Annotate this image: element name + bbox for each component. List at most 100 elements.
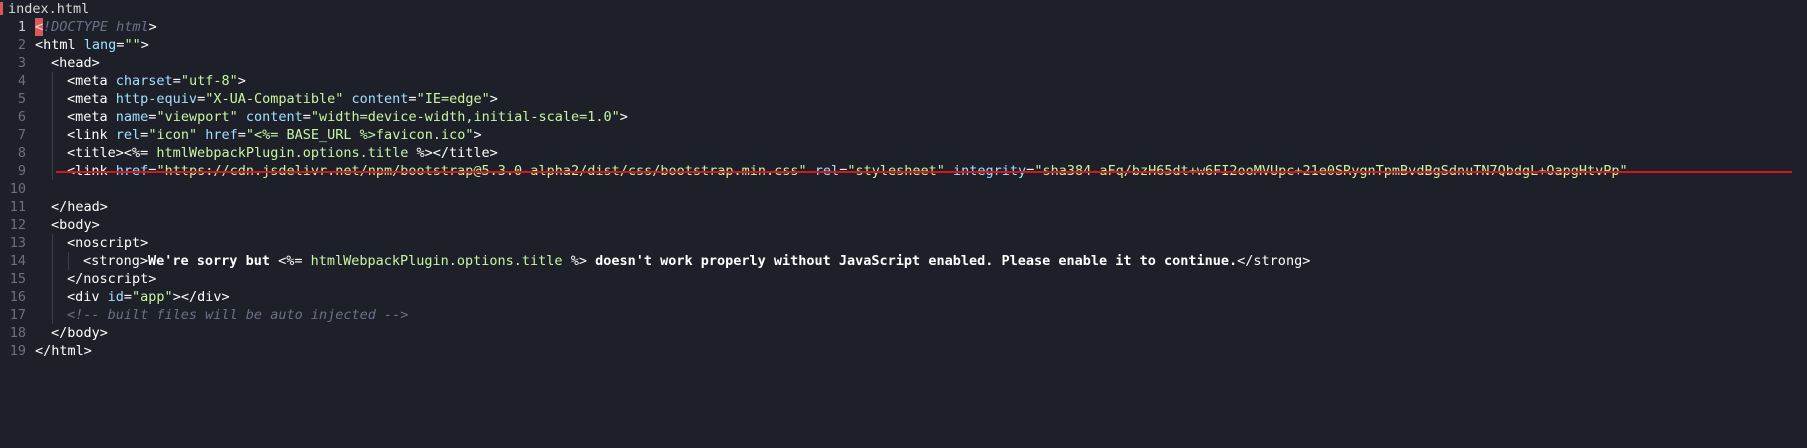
line-number: 2 (17, 37, 26, 53)
indent-guide (35, 72, 51, 90)
line-content: <strong>We're sorry but <%= htmlWebpackP… (35, 252, 1310, 270)
indent-guide (51, 270, 67, 288)
indent-guide (51, 306, 67, 324)
code-line[interactable]: 13 <noscript> (0, 234, 1807, 252)
code-token: <title> (67, 145, 124, 161)
code-editor[interactable]: 1 <!DOCTYPE html> 2 <html lang=""> 3 <head> 4 <… (0, 18, 1807, 448)
annotation-underline (56, 171, 1792, 173)
line-number: 15 (9, 271, 26, 287)
indent-guide (51, 72, 67, 90)
code-token: = (123, 289, 133, 305)
code-line[interactable]: 17 <!-- built files will be auto injected… (0, 306, 1807, 324)
code-line[interactable]: 4 <meta charset="utf-8"> (0, 72, 1807, 90)
code-token: "<%= BASE_URL %>favicon.ico" (245, 127, 474, 143)
code-token: <%= (278, 253, 311, 269)
code-line[interactable]: 5 <meta http-equiv="X-UA-Compatible" cont… (0, 90, 1807, 108)
active-tab-marker (0, 2, 3, 15)
code-token: %> (562, 253, 587, 269)
line-number: 9 (17, 163, 26, 179)
line-number: 7 (17, 127, 26, 143)
code-token: <meta (67, 73, 116, 89)
line-number: 19 (9, 343, 26, 359)
line-number: 11 (9, 199, 26, 215)
code-token: href (205, 127, 238, 143)
code-token: "IE=edge" (416, 91, 490, 107)
code-token: <%= (123, 145, 157, 161)
code-token: We're sorry but (148, 253, 279, 269)
code-token: content (351, 91, 409, 107)
code-line[interactable]: 18 </body> (0, 324, 1807, 342)
code-token: </head> (51, 199, 108, 215)
line-content: <body> (35, 216, 100, 234)
code-line[interactable]: 10 (0, 180, 1807, 198)
line-number: 6 (17, 109, 26, 125)
code-token: ></div> (172, 289, 230, 305)
code-token: </strong> (1237, 253, 1311, 269)
code-token: </body> (51, 325, 108, 341)
line-number: 4 (17, 73, 26, 89)
code-token: = (197, 91, 206, 107)
code-line[interactable]: 12 <body> (0, 216, 1807, 234)
code-token: <body> (51, 217, 100, 233)
indent-guide (51, 144, 67, 162)
code-line[interactable]: 3 <head> (0, 54, 1807, 72)
indent-guide (35, 126, 51, 144)
code-token: <head> (51, 55, 100, 71)
code-token: <noscript> (67, 235, 149, 251)
code-line[interactable]: 7 <link rel="icon" href="<%= BASE_URL %>f… (0, 126, 1807, 144)
code-token: "utf-8" (180, 73, 238, 89)
code-token: > (489, 91, 498, 107)
code-token: htmlWebpackPlugin.options.title (310, 253, 563, 269)
code-token: <strong> (83, 253, 149, 269)
code-line[interactable]: 2 <html lang=""> (0, 36, 1807, 54)
code-token: "app" (132, 289, 173, 305)
code-line[interactable]: 16 <div id="app"></div> (0, 288, 1807, 306)
indent-guide (51, 288, 67, 306)
code-token: rel (115, 127, 141, 143)
code-line[interactable]: 6 <meta name="viewport" content="width=de… (0, 108, 1807, 126)
code-token: > (473, 127, 482, 143)
line-number: 16 (9, 289, 26, 305)
code-token: "viewport" (156, 109, 238, 125)
code-token: = (237, 127, 246, 143)
code-line[interactable]: 14 <strong>We're sorry but <%= htmlWebpac… (0, 252, 1807, 270)
editor-tab-bar: index.html (0, 0, 1807, 18)
line-content: <noscript> (35, 234, 148, 252)
code-line[interactable]: 15 </noscript> (0, 270, 1807, 288)
line-number: 3 (17, 55, 26, 71)
code-token: <meta (67, 91, 116, 107)
indent-guide (35, 270, 51, 288)
line-content: <title><%= htmlWebpackPlugin.options.tit… (35, 144, 498, 162)
code-token: <!-- built files will be auto injected -… (67, 307, 409, 323)
tab-filename[interactable]: index.html (8, 1, 89, 17)
code-token: <html (35, 37, 84, 53)
code-token: = (408, 91, 417, 107)
line-content: </noscript> (35, 270, 156, 288)
code-token: charset (115, 73, 173, 89)
indent-guide (35, 306, 51, 324)
code-token: > (237, 73, 246, 89)
code-token: "" (124, 37, 141, 53)
line-number: 1 (17, 19, 26, 35)
line-content: <!-- built files will be auto injected -… (35, 306, 408, 324)
code-line[interactable]: 8 <title><%= htmlWebpackPlugin.options.ti… (0, 144, 1807, 162)
text-cursor: < (35, 18, 44, 36)
indent-guide (35, 144, 51, 162)
line-number: 8 (17, 145, 26, 161)
code-line[interactable]: 11 </head> (0, 198, 1807, 216)
line-content: <div id="app"></div> (35, 288, 230, 306)
indent-guide (35, 252, 51, 270)
code-token: content (245, 109, 303, 125)
indent-guide (35, 324, 51, 342)
code-token: !DOCTYPE html (43, 19, 149, 35)
code-token: </html> (35, 343, 92, 359)
code-token: doesn't work properly without JavaScript… (586, 253, 1238, 269)
line-number: 10 (9, 181, 26, 197)
indent-guide (35, 108, 51, 126)
code-line[interactable]: 1 <!DOCTYPE html> (0, 18, 1807, 36)
code-token: > (140, 37, 149, 53)
indent-guide (67, 252, 83, 270)
indent-guide (35, 54, 51, 72)
code-line[interactable]: 19 </html> (0, 342, 1807, 360)
